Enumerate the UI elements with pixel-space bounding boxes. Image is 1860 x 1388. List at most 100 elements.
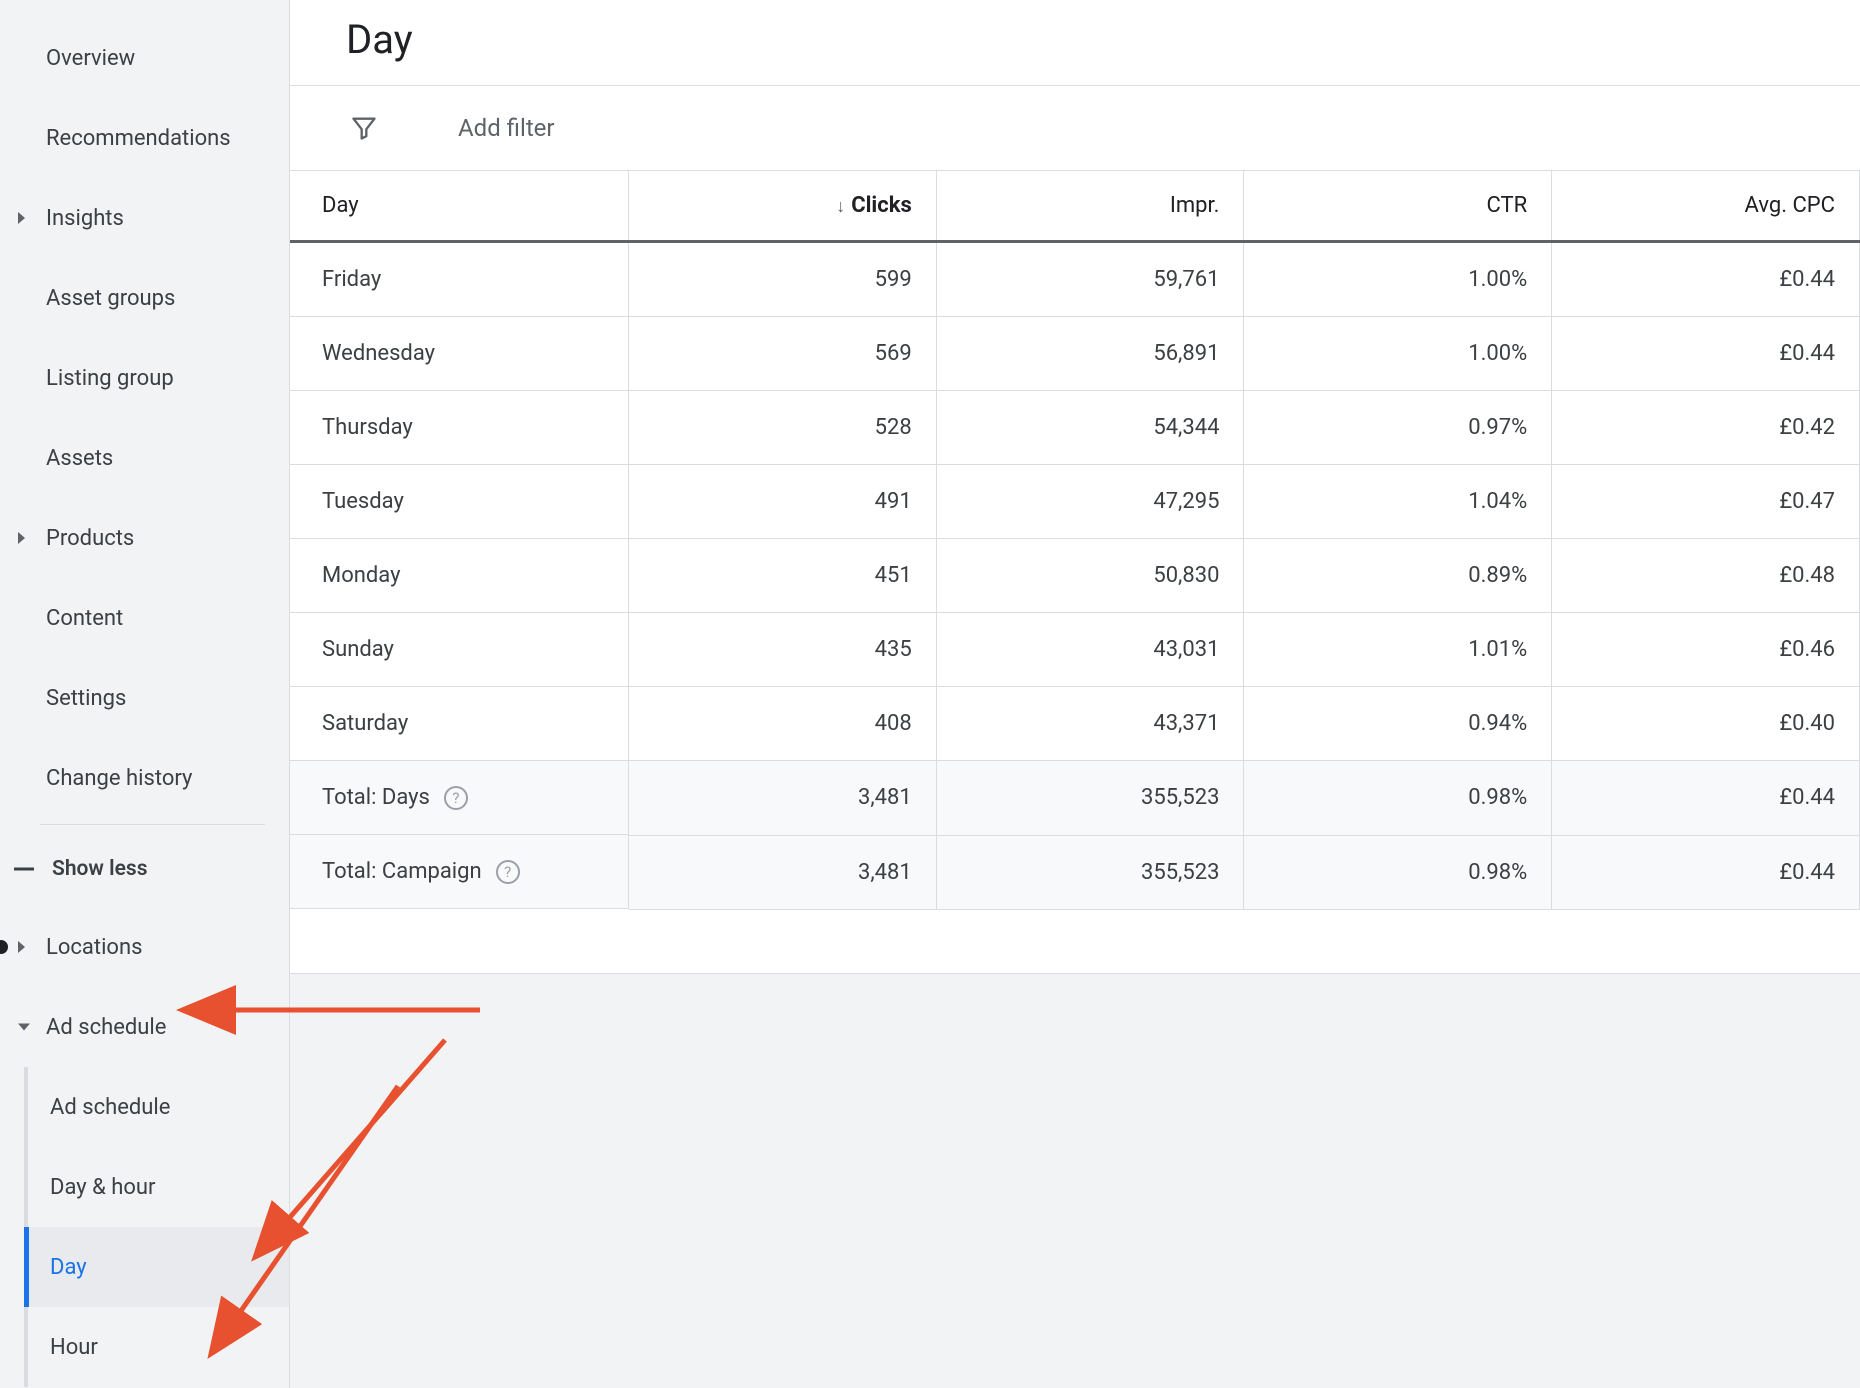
cell-total-label: Total: Campaign?: [290, 835, 629, 909]
sidebar-item-label: Locations: [46, 935, 142, 960]
sidebar-item-content[interactable]: Content: [0, 578, 289, 658]
data-table: Day ↓Clicks Impr. CTR Avg. CPC: [290, 171, 1860, 910]
cell-ctr: 0.89%: [1244, 539, 1552, 613]
subnav-item-day-hour[interactable]: Day & hour: [28, 1147, 289, 1227]
table-row[interactable]: Friday59959,7611.00%£0.44: [290, 242, 1860, 317]
table-row[interactable]: Tuesday49147,2951.04%£0.47: [290, 465, 1860, 539]
sidebar-item-recommendations[interactable]: Recommendations: [0, 98, 289, 178]
cell-ctr: 0.98%: [1244, 761, 1552, 836]
column-header-ctr[interactable]: CTR: [1244, 171, 1552, 242]
sidebar-item-locations[interactable]: Locations: [0, 907, 289, 987]
cell-ctr: 1.00%: [1244, 242, 1552, 317]
cell-clicks: 569: [629, 317, 937, 391]
cell-impr: 43,031: [936, 613, 1244, 687]
help-icon[interactable]: ?: [496, 860, 520, 884]
caret-right-icon: [18, 941, 25, 953]
header-label: Impr.: [1170, 193, 1220, 218]
add-filter-input[interactable]: Add filter: [458, 114, 555, 142]
cell-clicks: 528: [629, 391, 937, 465]
dot-icon: [0, 940, 8, 954]
sidebar-item-label: Listing group: [46, 366, 174, 391]
sidebar-item-label: Settings: [46, 686, 126, 711]
cell-avg-cpc: £0.44: [1552, 835, 1860, 909]
show-less-label: Show less: [52, 857, 148, 881]
filter-icon[interactable]: [350, 114, 378, 142]
cell-day: Tuesday: [290, 465, 629, 539]
sidebar-item-change-history[interactable]: Change history: [0, 738, 289, 818]
sidebar-item-label: Ad schedule: [50, 1095, 170, 1120]
sidebar-item-label: Change history: [46, 766, 192, 791]
table-row[interactable]: Saturday40843,3710.94%£0.40: [290, 687, 1860, 761]
sort-desc-icon: ↓: [836, 196, 845, 217]
table-row[interactable]: Monday45150,8300.89%£0.48: [290, 539, 1860, 613]
sidebar-item-settings[interactable]: Settings: [0, 658, 289, 738]
subnav-item-ad-schedule[interactable]: Ad schedule: [28, 1067, 289, 1147]
caret-down-icon: [18, 1024, 30, 1031]
cell-impr: 355,523: [936, 761, 1244, 836]
empty-area: [290, 974, 1860, 1388]
cell-clicks: 408: [629, 687, 937, 761]
divider: [40, 824, 265, 825]
page-title: Day: [290, 0, 1860, 85]
table-footer-space: [290, 910, 1860, 974]
column-header-clicks[interactable]: ↓Clicks: [629, 171, 937, 242]
sidebar-item-insights[interactable]: Insights: [0, 178, 289, 258]
sidebar-item-label: Asset groups: [46, 286, 175, 311]
sidebar-item-ad-schedule[interactable]: Ad schedule: [0, 987, 289, 1067]
cell-day: Saturday: [290, 687, 629, 761]
caret-right-icon: [18, 532, 25, 544]
subnav-item-hour[interactable]: Hour: [28, 1307, 289, 1387]
sidebar-item-listing-group[interactable]: Listing group: [0, 338, 289, 418]
cell-avg-cpc: £0.46: [1552, 613, 1860, 687]
cell-impr: 355,523: [936, 835, 1244, 909]
cell-clicks: 451: [629, 539, 937, 613]
cell-avg-cpc: £0.44: [1552, 317, 1860, 391]
cell-ctr: 1.01%: [1244, 613, 1552, 687]
cell-day: Wednesday: [290, 317, 629, 391]
show-less-toggle[interactable]: Show less: [0, 831, 289, 907]
cell-avg-cpc: £0.40: [1552, 687, 1860, 761]
sidebar-item-label: Content: [46, 606, 123, 631]
cell-avg-cpc: £0.44: [1552, 761, 1860, 836]
cell-impr: 43,371: [936, 687, 1244, 761]
sidebar-item-assets[interactable]: Assets: [0, 418, 289, 498]
cell-avg-cpc: £0.47: [1552, 465, 1860, 539]
sidebar-item-label: Hour: [50, 1335, 98, 1360]
table-total-row: Total: Campaign?3,481355,5230.98%£0.44: [290, 835, 1860, 909]
sidebar-item-asset-groups[interactable]: Asset groups: [0, 258, 289, 338]
cell-ctr: 0.94%: [1244, 687, 1552, 761]
table-header-row: Day ↓Clicks Impr. CTR Avg. CPC: [290, 171, 1860, 242]
help-icon[interactable]: ?: [444, 786, 468, 810]
cell-clicks: 435: [629, 613, 937, 687]
column-header-impr[interactable]: Impr.: [936, 171, 1244, 242]
cell-impr: 54,344: [936, 391, 1244, 465]
sidebar-item-products[interactable]: Products: [0, 498, 289, 578]
cell-clicks: 599: [629, 242, 937, 317]
cell-clicks: 3,481: [629, 835, 937, 909]
subnav-item-day[interactable]: Day: [24, 1227, 289, 1307]
cell-impr: 56,891: [936, 317, 1244, 391]
header-label: Day: [322, 193, 359, 218]
cell-ctr: 0.98%: [1244, 835, 1552, 909]
table-row[interactable]: Thursday52854,3440.97%£0.42: [290, 391, 1860, 465]
sidebar-item-label: Overview: [46, 46, 135, 71]
cell-day: Thursday: [290, 391, 629, 465]
cell-impr: 50,830: [936, 539, 1244, 613]
sidebar: Overview Recommendations Insights Asset …: [0, 0, 290, 1388]
table-row[interactable]: Wednesday56956,8911.00%£0.44: [290, 317, 1860, 391]
cell-day: Sunday: [290, 613, 629, 687]
sidebar-item-overview[interactable]: Overview: [0, 18, 289, 98]
cell-ctr: 1.04%: [1244, 465, 1552, 539]
cell-day: Monday: [290, 539, 629, 613]
cell-clicks: 3,481: [629, 761, 937, 836]
header-label: Avg. CPC: [1745, 193, 1835, 218]
filter-bar: Add filter: [290, 85, 1860, 171]
column-header-avg-cpc[interactable]: Avg. CPC: [1552, 171, 1860, 242]
caret-right-icon: [18, 212, 25, 224]
sidebar-item-label: Ad schedule: [46, 1015, 166, 1040]
sidebar-item-label: Insights: [46, 206, 124, 231]
sidebar-item-label: Assets: [46, 446, 113, 471]
table-row[interactable]: Sunday43543,0311.01%£0.46: [290, 613, 1860, 687]
column-header-day[interactable]: Day: [290, 171, 629, 242]
cell-impr: 59,761: [936, 242, 1244, 317]
